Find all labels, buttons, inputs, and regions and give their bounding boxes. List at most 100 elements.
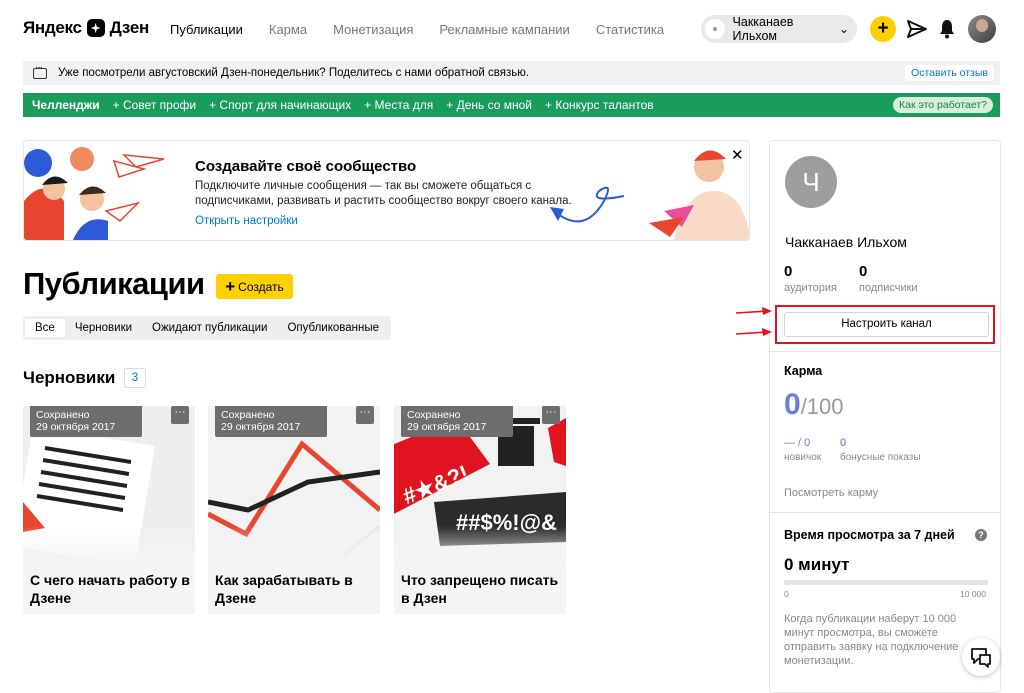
challenges-bar: Челленджи + Совет профи + Спорт для начи… <box>23 93 1000 117</box>
watch-time-progress <box>784 580 988 585</box>
yandex-zen-logo[interactable]: Яндекс Дзен <box>23 18 149 38</box>
challenges-label: Челленджи <box>32 98 100 112</box>
add-publication-button[interactable]: + <box>870 16 896 42</box>
promo-description: Подключите личные сообщения — так вы смо… <box>195 180 572 207</box>
date-text: 29 октября 2017 <box>221 421 301 433</box>
challenge-item[interactable]: + Конкурс талантов <box>545 98 654 112</box>
subscribers-stat: 0 подписчики <box>859 263 918 294</box>
chevron-down-icon: ⌄ <box>838 22 849 36</box>
bonus-label: бонусные показы <box>840 452 921 463</box>
status-text: Сохранено <box>221 409 275 421</box>
close-icon[interactable]: ✕ <box>731 146 744 164</box>
monetization-note: Когда публикации наберут 10 000 минут пр… <box>784 613 959 667</box>
challenge-item[interactable]: + Места для <box>364 98 433 112</box>
karma-heading: Карма <box>784 364 823 378</box>
channel-switcher[interactable]: Чакканаев Ильхом ⌄ <box>701 15 857 43</box>
zen-star-icon <box>86 19 105 37</box>
feedback-bar: Уже посмотрели августовский Дзен-понедел… <box>23 61 1000 85</box>
view-karma-link[interactable]: Посмотреть карму <box>784 487 878 499</box>
logo-product: Дзен <box>109 18 150 37</box>
audience-value: 0 <box>784 263 793 280</box>
challenge-item[interactable]: + Совет профи <box>113 98 196 112</box>
newbie-stat: — / 0 новичок <box>784 437 821 463</box>
highlight-frame <box>775 305 995 344</box>
tab-drafts[interactable]: Черновики <box>65 319 142 337</box>
challenge-item[interactable]: + Спорт для начинающих <box>209 98 351 112</box>
watch-time-heading: Время просмотра за 7 дней <box>784 528 955 542</box>
date-text: 29 октября 2017 <box>407 421 487 433</box>
tab-all[interactable]: Все <box>25 319 65 337</box>
how-it-works-button[interactable]: Как это работает? <box>892 97 993 113</box>
create-button-label: Создать <box>238 279 284 294</box>
newbie-label: новичок <box>784 452 822 463</box>
channel-avatar-icon <box>705 19 725 39</box>
send-icon[interactable] <box>906 19 928 39</box>
channel-avatar[interactable]: Ч <box>785 156 837 208</box>
saved-status-badge: Сохранено 29 октября 2017 <box>401 406 513 437</box>
main-nav: Публикации Карма Монетизация Рекламные к… <box>170 22 690 37</box>
divider <box>770 512 1000 513</box>
nav-publications[interactable]: Публикации <box>170 22 243 37</box>
karma-score: 0 <box>784 388 801 421</box>
logo-text: Яндекс <box>23 18 82 37</box>
more-options-button[interactable]: ··· <box>171 406 189 424</box>
card-title: Как зарабатывать в Дзене <box>215 572 353 606</box>
challenge-item[interactable]: + День со мной <box>446 98 532 112</box>
status-text: Сохранено <box>407 409 461 421</box>
bell-icon[interactable] <box>938 19 956 39</box>
newbie-value: — / 0 <box>784 437 811 449</box>
karma-value: 0/100 <box>784 388 844 422</box>
drafts-count-badge: 3 <box>124 368 146 388</box>
draft-card[interactable]: #★&?! ##$%!@& Сохранено 29 октября 2017 … <box>394 406 566 614</box>
publication-filter-tabs: Все Черновики Ожидают публикации Опублик… <box>23 316 392 340</box>
karma-max: /100 <box>800 394 844 419</box>
draft-card[interactable]: Сохранено 29 октября 2017 ··· С чего нач… <box>23 406 195 614</box>
watch-time-value: 0 минут <box>784 555 850 574</box>
nav-statistics[interactable]: Статистика <box>596 22 664 37</box>
saved-status-badge: Сохранено 29 октября 2017 <box>30 406 142 437</box>
subscribers-label: подписчики <box>859 282 918 294</box>
nav-karma[interactable]: Карма <box>269 22 307 37</box>
more-options-button[interactable]: ··· <box>356 406 374 424</box>
feedback-text: Уже посмотрели августовский Дзен-понедел… <box>58 67 530 79</box>
channel-switcher-name: Чакканаев Ильхом <box>732 15 794 43</box>
tab-published[interactable]: Опубликованные <box>277 319 389 337</box>
user-avatar[interactable] <box>968 15 996 43</box>
drafts-heading: Черновики <box>23 368 116 387</box>
card-title: Что запрещено писать в Дзен <box>401 572 559 606</box>
support-chat-button[interactable] <box>962 638 1000 676</box>
leave-feedback-button[interactable]: Оставить отзыв <box>905 65 994 81</box>
page-title: Публикации <box>23 266 205 301</box>
date-text: 29 октября 2017 <box>36 421 116 433</box>
channel-name: Чакканаев Ильхом <box>785 234 907 250</box>
top-navigation: Яндекс Дзен Публикации Карма Монетизация… <box>0 0 1024 58</box>
create-button[interactable]: + Создать <box>216 274 293 299</box>
saved-status-badge: Сохранено 29 октября 2017 <box>215 406 327 437</box>
community-promo-banner: Создавайте своё сообщество Подключите ли… <box>23 140 750 241</box>
chat-icon <box>971 648 991 668</box>
scale-max: 10 000 <box>960 589 986 599</box>
channel-sidebar: Ч Чакканаев Ильхом 0 аудитория 0 подписч… <box>769 140 1001 693</box>
card-title: С чего начать работу в Дзене <box>30 572 190 606</box>
red-arrow-icon <box>736 328 772 336</box>
status-text: Сохранено <box>36 409 90 421</box>
subscribers-value: 0 <box>859 263 868 280</box>
draft-card[interactable]: Сохранено 29 октября 2017 ··· Как зараба… <box>208 406 380 614</box>
bonus-value: 0 <box>840 437 847 449</box>
tab-pending[interactable]: Ожидают публикации <box>142 319 277 337</box>
nav-ad-campaigns[interactable]: Рекламные кампании <box>439 22 569 37</box>
help-icon[interactable]: ? <box>975 529 987 541</box>
audience-label: аудитория <box>784 282 837 294</box>
chat-bubble-icon <box>33 62 47 79</box>
divider <box>770 351 1000 352</box>
red-arrow-icon <box>736 307 772 315</box>
nav-monetization[interactable]: Монетизация <box>333 22 413 37</box>
more-options-button[interactable]: ··· <box>542 406 560 424</box>
promo-illustration-left <box>24 147 165 240</box>
plus-icon: + <box>225 277 236 296</box>
audience-stat: 0 аудитория <box>784 263 837 294</box>
open-settings-link[interactable]: Открыть настройки <box>195 215 298 227</box>
scale-min: 0 <box>784 589 789 599</box>
promo-title: Создавайте своё сообщество <box>195 158 417 175</box>
bonus-stat: 0 бонусные показы <box>840 437 921 463</box>
